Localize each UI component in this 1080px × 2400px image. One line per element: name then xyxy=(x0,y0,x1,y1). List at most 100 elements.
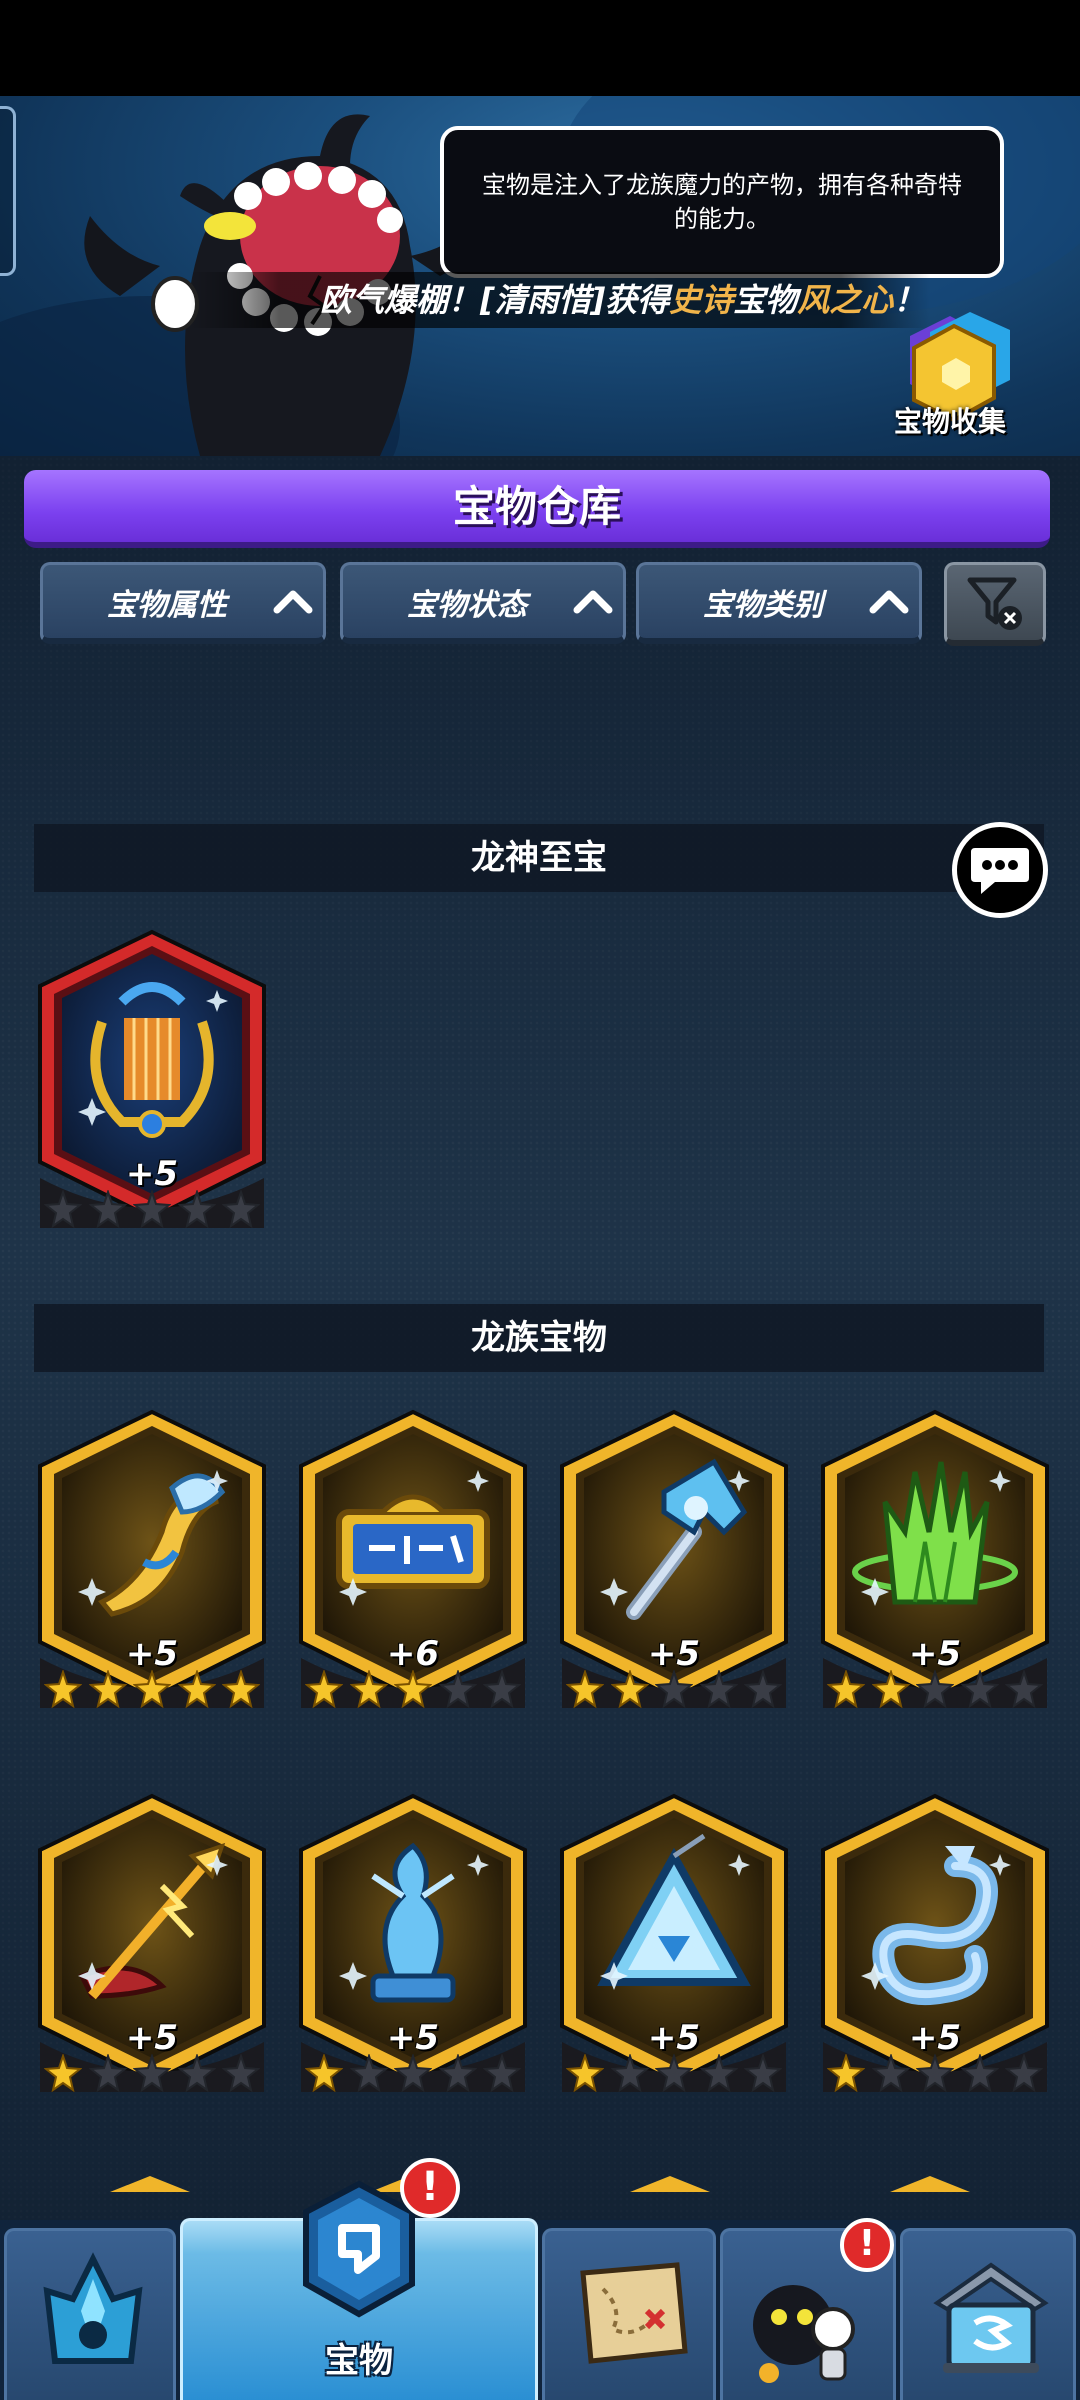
star-empty-icon xyxy=(133,1190,171,1228)
next-row-frame-peek xyxy=(630,2176,710,2192)
ticker-text-prefix: 欧气爆棚！[清雨惜]获得 xyxy=(320,281,670,319)
treasure-card[interactable]: +5 xyxy=(556,1408,792,1708)
star-empty-icon xyxy=(88,2054,127,2092)
star-filled-icon xyxy=(566,1670,604,1708)
treasure-level: +5 xyxy=(647,1634,701,1674)
characters-tab-alert-badge: ! xyxy=(840,2218,894,2272)
treasure-level: +5 xyxy=(125,1154,179,1194)
section-header-dragon-god: 龙神至宝 xyxy=(34,824,1044,892)
filter-category-dropdown[interactable]: 宝物类别 xyxy=(636,562,922,644)
treasure-card[interactable]: +5 xyxy=(817,1792,1053,2092)
treasure-level: +5 xyxy=(125,1634,179,1674)
treasure-banner: 宝物是注入了龙族魔力的产物，拥有各种奇特的能力。 欧气爆棚！[清雨惜]获得史诗宝… xyxy=(0,96,1080,456)
star-filled-icon xyxy=(827,1670,865,1708)
star-empty-icon xyxy=(960,1670,999,1708)
treasure-card[interactable]: +5 xyxy=(34,1408,270,1708)
signboard-icon xyxy=(336,1494,490,1589)
ticker-text-mid: 宝物 xyxy=(733,281,798,319)
treasure-card[interactable]: +5 xyxy=(556,1792,792,2092)
star-filled-icon xyxy=(827,2054,865,2092)
clear-filter-button[interactable] xyxy=(944,562,1046,646)
star-empty-icon xyxy=(483,2054,521,2092)
star-empty-icon xyxy=(177,2054,216,2092)
star-empty-icon xyxy=(438,1670,477,1708)
chat-bubble-icon xyxy=(971,848,1029,894)
star-empty-icon xyxy=(655,2054,693,2092)
treasure-tab-alert-badge: ! xyxy=(400,2158,460,2218)
star-rating xyxy=(566,1670,782,1710)
nav-tab-shop[interactable] xyxy=(900,2228,1076,2400)
chevron-up-icon xyxy=(263,582,323,622)
star-empty-icon xyxy=(44,1190,82,1228)
star-filled-icon xyxy=(88,1670,127,1708)
treasure-card[interactable]: +6 xyxy=(295,1408,531,1708)
filter-attribute-dropdown[interactable]: 宝物属性 xyxy=(40,562,326,644)
star-empty-icon xyxy=(916,1670,954,1708)
star-empty-icon xyxy=(133,2054,171,2092)
star-empty-icon xyxy=(1005,1670,1043,1708)
star-rating xyxy=(44,1670,260,1710)
star-rating xyxy=(305,1670,521,1710)
star-empty-icon xyxy=(744,1670,782,1708)
star-empty-icon xyxy=(871,2054,910,2092)
star-filled-icon xyxy=(871,1670,910,1708)
star-filled-icon xyxy=(349,1670,388,1708)
treasure-card[interactable]: +5 xyxy=(34,928,270,1228)
filter-status-label: 宝物状态 xyxy=(407,587,527,623)
treasure-map-icon xyxy=(580,2262,688,2364)
treasure-card[interactable]: +5 xyxy=(295,1792,531,2092)
bottom-navigation: 宝物 xyxy=(0,2218,1080,2400)
treasure-level: +5 xyxy=(125,2018,179,2058)
star-empty-icon xyxy=(699,2054,738,2092)
shop-house-icon xyxy=(933,2262,1049,2373)
treasure-card[interactable]: +5 xyxy=(34,1792,270,2092)
star-empty-icon xyxy=(222,1190,260,1228)
nav-tab-treasure-label: 宝物 xyxy=(325,2341,393,2381)
filter-clear-icon xyxy=(967,577,1022,630)
treasure-level: +5 xyxy=(386,2018,440,2058)
star-empty-icon xyxy=(960,2054,999,2092)
star-filled-icon xyxy=(133,1670,171,1708)
star-filled-icon xyxy=(394,1670,432,1708)
filter-attribute-label: 宝物属性 xyxy=(107,587,227,623)
treasure-level: +5 xyxy=(647,2018,701,2058)
star-filled-icon xyxy=(177,1670,216,1708)
filter-status-dropdown[interactable]: 宝物状态 xyxy=(340,562,626,644)
filter-category-label: 宝物类别 xyxy=(703,587,823,623)
star-empty-icon xyxy=(744,2054,782,2092)
nav-tab-dragon-lair[interactable] xyxy=(4,2228,176,2400)
star-filled-icon xyxy=(566,2054,604,2092)
next-row-frame-peek xyxy=(890,2176,970,2192)
star-empty-icon xyxy=(610,2054,649,2092)
warehouse-title: 宝物仓库 xyxy=(24,470,1050,548)
star-filled-icon xyxy=(305,1670,343,1708)
star-rating xyxy=(827,1670,1043,1710)
star-empty-icon xyxy=(438,2054,477,2092)
star-rating xyxy=(44,2054,260,2094)
chat-button[interactable] xyxy=(952,822,1048,918)
star-filled-icon xyxy=(44,2054,82,2092)
star-empty-icon xyxy=(88,1190,127,1228)
treasure-level: +5 xyxy=(908,2018,962,2058)
treasure-description-text: 宝物是注入了龙族魔力的产物，拥有各种奇特的能力。 xyxy=(482,171,962,233)
star-empty-icon xyxy=(916,2054,954,2092)
status-bar xyxy=(0,0,1080,96)
chevron-up-icon xyxy=(859,582,919,622)
chevron-up-icon xyxy=(563,582,623,622)
star-filled-icon xyxy=(222,1670,260,1708)
star-rating xyxy=(566,2054,782,2094)
next-row-frame-peek xyxy=(110,2176,190,2192)
treasure-description-bubble: 宝物是注入了龙族魔力的产物，拥有各种奇特的能力。 xyxy=(440,126,1004,278)
banner-side-tab[interactable] xyxy=(0,106,16,276)
treasure-card[interactable]: +5 xyxy=(817,1408,1053,1708)
star-filled-icon xyxy=(305,2054,343,2092)
star-empty-icon xyxy=(349,2054,388,2092)
section-header-dragon-clan: 龙族宝物 xyxy=(34,1304,1044,1372)
star-empty-icon xyxy=(699,1670,738,1708)
treasure-collection-label: 宝物收集 xyxy=(893,405,1006,438)
nav-tab-map[interactable] xyxy=(542,2228,716,2400)
star-rating xyxy=(44,1190,260,1230)
star-empty-icon xyxy=(483,1670,521,1708)
demon-character-icon xyxy=(753,2285,855,2383)
star-filled-icon xyxy=(610,1670,649,1708)
